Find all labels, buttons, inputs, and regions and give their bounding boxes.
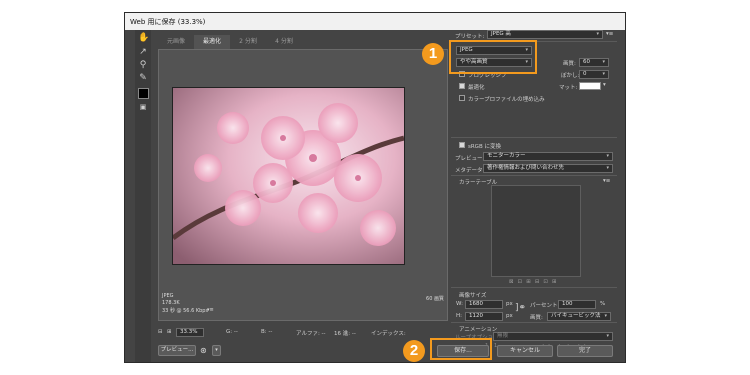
toggle-slices-icon[interactable]: ▣ [138, 102, 148, 112]
percent-unit: % [600, 301, 606, 307]
preset-menu-icon[interactable]: ▾≡ [606, 31, 613, 37]
percent-input[interactable]: 100 [558, 300, 596, 309]
loop-value: 無限 [497, 333, 509, 339]
resample-select[interactable]: バイキュービック法 ▾ [547, 312, 611, 321]
blur-value: 0 [583, 71, 587, 77]
preview-area[interactable]: JPEG 178.3K 33 秒 @ 56.6 Kbps ▾≡ 60 画質 [158, 49, 448, 321]
preview-menu-icon[interactable]: ▾≡ [207, 307, 214, 313]
tab-4up[interactable]: 4 分割 [266, 35, 302, 49]
callout-1: 1 [422, 43, 444, 65]
readout-b: B: -- [261, 329, 273, 335]
height-label: H: [456, 313, 462, 319]
percent-label: パーセント: [530, 303, 560, 309]
quality-label: 画質: [563, 61, 576, 67]
metadata-select[interactable]: 著作権情報および問い合わせ先 ▾ [483, 164, 613, 173]
preview-setting-select[interactable]: モニターカラー ▾ [483, 152, 613, 161]
cancel-button[interactable]: キャンセル [497, 345, 553, 357]
zoom-in-icon[interactable]: ⊞ [167, 329, 172, 335]
save-highlight-box [430, 338, 492, 360]
blur-label: ぼかし: [561, 73, 580, 79]
metadata-label: メタデータ: [455, 168, 485, 174]
srgb-checkbox[interactable] [459, 142, 465, 148]
width-unit: px [506, 301, 513, 307]
preset-select[interactable]: JPEG 高 ▾ [487, 30, 603, 39]
link-icon[interactable]: ]⚭ [515, 303, 526, 313]
title-bar: Web 用に保存 (33.3%) [125, 13, 625, 30]
quality-input[interactable]: 60 ▾ [579, 58, 609, 67]
preview-quality: 60 画質 [426, 296, 444, 302]
readout-index: インデックス: [371, 331, 406, 337]
preset-label: プリセット: [455, 34, 485, 40]
optimized-checkbox[interactable] [459, 83, 465, 89]
tool-strip: ✋ ↗ ⚲ ✎ ▣ [135, 30, 151, 362]
matte-label: マット: [559, 85, 578, 91]
preview-filesize: 178.3K [162, 300, 180, 306]
preview-button[interactable]: プレビュー... [158, 345, 196, 356]
format-highlight-box [449, 40, 537, 74]
hand-tool-icon[interactable]: ✋ [138, 33, 149, 43]
preview-format: JPEG [162, 293, 174, 299]
bottom-toolbar: ⊟ ⊞ 33.3% G: -- B: -- アルファ: -- 16 進: -- … [158, 328, 448, 340]
window-title: Web 用に保存 (33.3%) [130, 18, 206, 26]
matte-dropdown-icon[interactable]: ▾ [603, 82, 606, 88]
slice-select-tool-icon[interactable]: ↗ [138, 47, 148, 57]
preview-setting-value: モニターカラー [487, 153, 526, 159]
color-table-menu-icon[interactable]: ▾≡ [603, 178, 610, 184]
browser-icon[interactable]: ⊛ [200, 345, 210, 356]
readout-hex: 16 進: -- [334, 331, 356, 337]
save-for-web-dialog: Web 用に保存 (33.3%) ✋ ↗ ⚲ ✎ ▣ 元画像 最適化 2 分割 … [124, 12, 626, 363]
embed-profile-label: カラープロファイルの埋め込み [468, 97, 545, 103]
loop-select[interactable]: 無限 ▾ [493, 332, 613, 341]
done-button[interactable]: 完了 [557, 345, 613, 357]
embed-profile-checkbox[interactable] [459, 95, 465, 101]
image-size-label: 画像サイズ [459, 293, 487, 299]
browser-dropdown-icon[interactable]: ▾ [212, 345, 221, 356]
resample-value: バイキュービック法 [551, 313, 601, 319]
preview-image [172, 87, 405, 265]
width-input[interactable]: 1680 [465, 300, 503, 309]
height-input[interactable]: 1120 [465, 312, 503, 321]
tab-original[interactable]: 元画像 [158, 35, 194, 49]
srgb-label: sRGB に変換 [468, 144, 501, 150]
callout-2: 2 [403, 340, 425, 362]
metadata-value: 著作権情報および問い合わせ先 [487, 165, 565, 171]
preview-setting-label: プレビュー: [455, 156, 485, 162]
width-label: W: [456, 301, 463, 307]
color-table-tools[interactable]: ⊠⊡⊞⊟⊡⊞ [509, 279, 561, 285]
zoom-tool-icon[interactable]: ⚲ [138, 60, 148, 70]
resample-label: 画質: [530, 315, 543, 321]
preview-download-time: 33 秒 @ 56.6 Kbps [162, 308, 209, 314]
eyedropper-color-swatch[interactable] [138, 88, 149, 99]
animation-label: アニメーション [459, 327, 498, 333]
readout-g: G: -- [226, 329, 238, 335]
settings-panel: プリセット: JPEG 高 ▾ ▾≡ JPEG ▾ やや高画質 ▾ 画質: 60 ▾ プ… [451, 30, 617, 362]
zoom-out-icon[interactable]: ⊟ [158, 329, 163, 335]
color-table-grid[interactable] [491, 185, 581, 277]
zoom-level[interactable]: 33.3% [176, 328, 204, 337]
preset-value: JPEG 高 [491, 31, 511, 37]
optimized-label: 最適化 [468, 85, 485, 91]
tab-2up[interactable]: 2 分割 [230, 35, 266, 49]
quality-value: 60 [583, 59, 590, 65]
blur-input[interactable]: 0 ▾ [579, 70, 609, 79]
eyedropper-tool-icon[interactable]: ✎ [138, 73, 148, 83]
tab-optimized[interactable]: 最適化 [194, 35, 230, 49]
readout-alpha: アルファ: -- [296, 331, 326, 337]
height-unit: px [506, 313, 513, 319]
matte-swatch[interactable] [579, 82, 601, 90]
